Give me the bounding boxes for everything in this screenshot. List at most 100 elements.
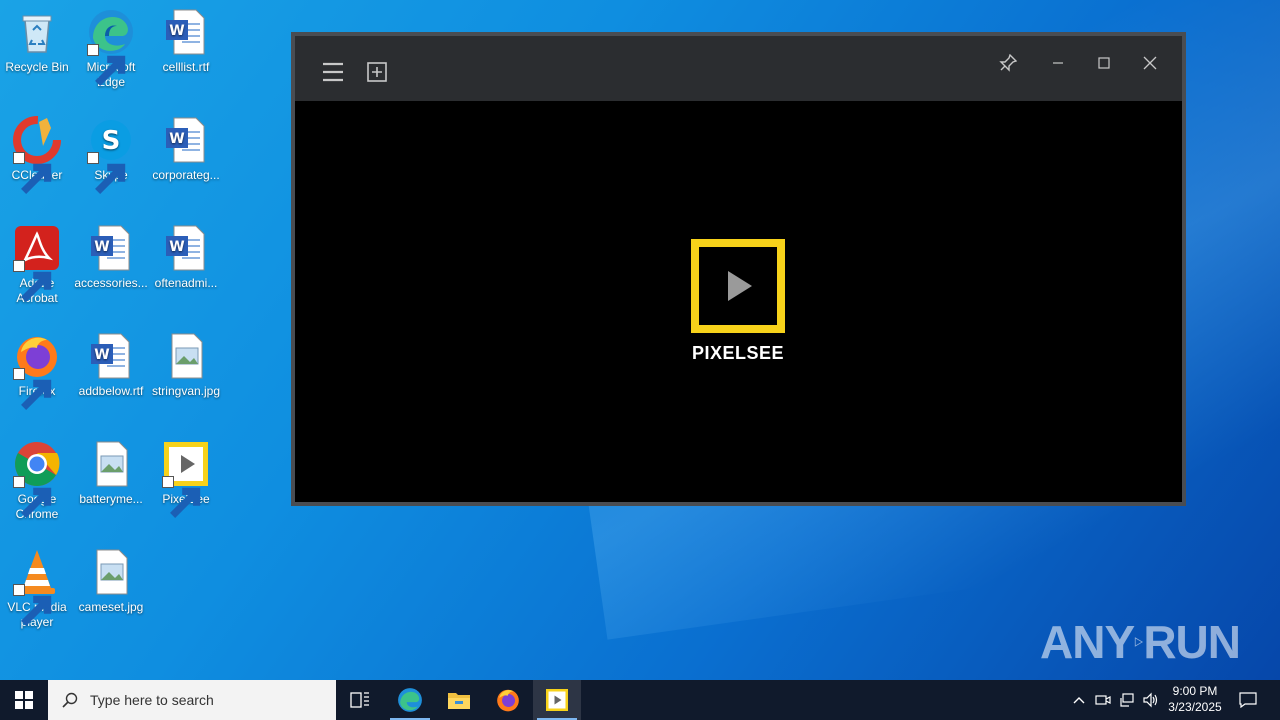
watermark-text-left: ANY: [1040, 616, 1135, 668]
anyrun-watermark: ANY RUN: [1040, 610, 1241, 674]
folder-icon: [448, 693, 470, 709]
microsoft-edge-icon: [87, 8, 135, 86]
desktop-icon-firefox[interactable]: Firefox: [0, 332, 74, 410]
desktop-icon-corporateg-doc[interactable]: W corporateg...: [149, 116, 223, 183]
window-titlebar[interactable]: [295, 36, 1182, 101]
desktop-icon-label: cameset.jpg: [78, 600, 144, 614]
notification-center-button[interactable]: [1232, 680, 1264, 720]
taskbar: Type here to search 9:00 PM 3/23/2025: [0, 680, 1280, 720]
show-hidden-icons-button[interactable]: [1068, 680, 1090, 720]
desktop-icon-label: addbelow.rtf: [78, 384, 144, 398]
shortcut-arrow-icon: [13, 260, 52, 302]
image-file-icon: [162, 332, 210, 380]
desktop-icon-label: corporateg...: [152, 168, 220, 182]
pixelsee-logo: [691, 239, 785, 333]
desktop-icon-addbelow-rtf[interactable]: W addbelow.rtf: [74, 332, 148, 399]
firefox-icon: [497, 689, 519, 712]
desktop-icon-recycle-bin[interactable]: Recycle Bin: [0, 8, 74, 75]
close-icon: [1143, 56, 1157, 70]
svg-text:S: S: [102, 126, 121, 156]
desktop-icon-label: celllist.rtf: [162, 60, 210, 74]
taskbar-file-explorer[interactable]: [435, 680, 483, 720]
word-document-icon: W: [162, 8, 210, 56]
pin-button[interactable]: [987, 36, 1029, 90]
desktop-icon-label: Recycle Bin: [5, 60, 69, 74]
notification-icon: [1239, 692, 1257, 708]
minimize-button[interactable]: [1035, 36, 1081, 90]
plus-square-icon: [367, 62, 387, 82]
windows-logo-icon: [15, 691, 33, 709]
desktop-icon-label: stringvan.jpg: [151, 384, 221, 398]
adobe-acrobat-icon: [13, 224, 61, 302]
shortcut-arrow-icon: [87, 44, 126, 86]
network-icon: [1120, 693, 1134, 707]
watermark-text-right: RUN: [1143, 616, 1241, 668]
shortcut-arrow-icon: [13, 152, 52, 194]
shortcut-arrow-icon: [87, 152, 126, 194]
hamburger-menu-button[interactable]: [313, 46, 353, 98]
task-view-icon: [350, 692, 369, 708]
shortcut-arrow-icon: [13, 584, 52, 626]
desktop-icon-cameset-jpg[interactable]: cameset.jpg: [74, 548, 148, 615]
play-icon: [728, 271, 752, 301]
hamburger-menu-icon: [323, 62, 343, 82]
clock-time: 9:00 PM: [1172, 684, 1218, 698]
svg-text:W: W: [94, 347, 109, 363]
tray-volume[interactable]: [1140, 680, 1162, 720]
google-chrome-icon: [13, 440, 61, 518]
pixelsee-app-icon: [162, 440, 210, 518]
desktop-icon-batteryme-jpg[interactable]: batteryme...: [74, 440, 148, 507]
desktop-icon-pixelsee[interactable]: PixelSee: [149, 440, 223, 518]
maximize-button[interactable]: [1081, 36, 1127, 90]
image-file-icon: [87, 548, 135, 596]
speaker-icon: [1143, 692, 1158, 708]
clock-date: 3/23/2025: [1168, 700, 1222, 714]
taskbar-search-box[interactable]: Type here to search: [48, 680, 336, 720]
camera-icon: [1095, 695, 1111, 705]
tray-meet-now[interactable]: [1092, 680, 1114, 720]
shortcut-arrow-icon: [162, 476, 201, 518]
shortcut-arrow-icon: [13, 476, 52, 518]
player-viewport[interactable]: PIXELSEE: [295, 101, 1182, 502]
svg-text:W: W: [169, 239, 184, 255]
word-document-icon: W: [162, 224, 210, 272]
task-view-button[interactable]: [336, 680, 384, 720]
taskbar-pixelsee[interactable]: [533, 680, 581, 720]
close-button[interactable]: [1127, 36, 1173, 90]
svg-text:W: W: [169, 131, 184, 147]
desktop-icon-skype[interactable]: S Skype: [74, 116, 148, 194]
desktop-icon-adobe-acrobat[interactable]: Adobe Acrobat: [0, 224, 74, 306]
word-document-icon: W: [162, 116, 210, 164]
search-placeholder: Type here to search: [90, 692, 214, 708]
desktop-icon-oftenadmi-doc[interactable]: W oftenadmi...: [149, 224, 223, 291]
desktop-icon-ccleaner[interactable]: CCleaner: [0, 116, 74, 194]
desktop-icon-vlc[interactable]: VLC media player: [0, 548, 74, 630]
desktop-icon-label: accessories...: [74, 276, 148, 290]
shortcut-arrow-icon: [13, 368, 52, 410]
desktop-icon-google-chrome[interactable]: Google Chrome: [0, 440, 74, 522]
word-document-icon: W: [87, 224, 135, 272]
svg-text:W: W: [94, 239, 109, 255]
taskbar-clock[interactable]: 9:00 PM 3/23/2025: [1160, 683, 1230, 715]
desktop-icon-label: oftenadmi...: [154, 276, 218, 290]
chevron-up-icon: [1073, 697, 1085, 704]
taskbar-edge[interactable]: [386, 680, 434, 720]
recycle-bin-icon: [13, 8, 61, 56]
tray-network[interactable]: [1116, 680, 1138, 720]
desktop-icon-label: batteryme...: [79, 492, 143, 506]
desktop-icon-stringvan-jpg[interactable]: stringvan.jpg: [149, 332, 223, 399]
desktop-icon-celllist-rtf[interactable]: W celllist.rtf: [149, 8, 223, 75]
microsoft-edge-icon: [398, 688, 422, 712]
svg-text:W: W: [169, 23, 184, 39]
pin-icon: [999, 54, 1017, 72]
skype-icon: S: [87, 116, 135, 194]
pixelsee-window[interactable]: PIXELSEE: [291, 32, 1186, 506]
add-media-button[interactable]: [357, 46, 397, 98]
word-document-icon: W: [87, 332, 135, 380]
desktop-icon-accessories-doc[interactable]: W accessories...: [74, 224, 148, 291]
start-button[interactable]: [0, 680, 48, 720]
image-file-icon: [87, 440, 135, 488]
minimize-icon: [1053, 62, 1063, 64]
taskbar-firefox[interactable]: [484, 680, 532, 720]
desktop-icon-microsoft-edge[interactable]: Microsoft Edge: [74, 8, 148, 90]
